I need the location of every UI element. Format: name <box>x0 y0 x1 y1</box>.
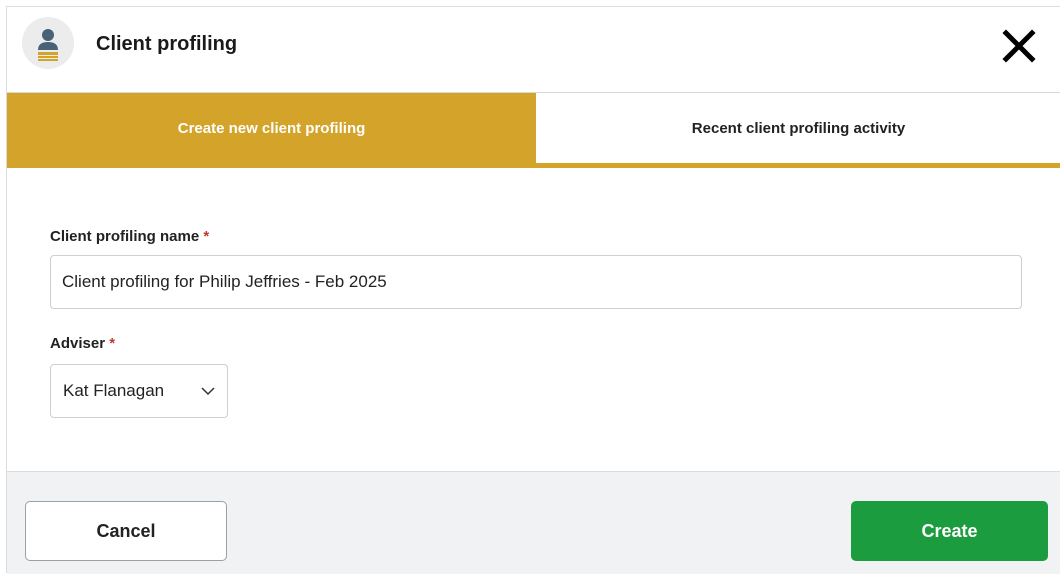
adviser-label-text: Adviser <box>50 335 106 352</box>
dialog-footer: Cancel Create <box>7 471 1060 574</box>
close-icon[interactable] <box>1002 29 1036 63</box>
user-profile-icon <box>22 17 74 69</box>
dialog-header: Client profiling <box>7 7 1060 93</box>
form-body: Client profiling name * Adviser * Kat Fl… <box>7 168 1060 472</box>
adviser-select[interactable]: Kat Flanagan <box>50 364 228 418</box>
create-button[interactable]: Create <box>851 501 1048 561</box>
dialog-title: Client profiling <box>96 33 238 55</box>
client-profiling-dialog: Client profiling Create new client profi… <box>6 6 1060 574</box>
required-marker: * <box>109 335 116 352</box>
tab-bar: Create new client profiling Recent clien… <box>7 93 1060 168</box>
adviser-label: Adviser * <box>50 335 115 352</box>
cancel-button[interactable]: Cancel <box>25 501 227 561</box>
required-marker: * <box>203 228 210 245</box>
tab-create-new-client-profiling[interactable]: Create new client profiling <box>7 93 536 163</box>
adviser-selected-value: Kat Flanagan <box>63 381 165 400</box>
client-profiling-name-input[interactable] <box>50 255 1022 309</box>
chevron-down-icon <box>201 381 215 401</box>
client-profiling-name-label: Client profiling name * <box>50 228 209 245</box>
client-profiling-name-label-text: Client profiling name <box>50 228 200 245</box>
tab-recent-client-profiling-activity[interactable]: Recent client profiling activity <box>536 93 1060 163</box>
